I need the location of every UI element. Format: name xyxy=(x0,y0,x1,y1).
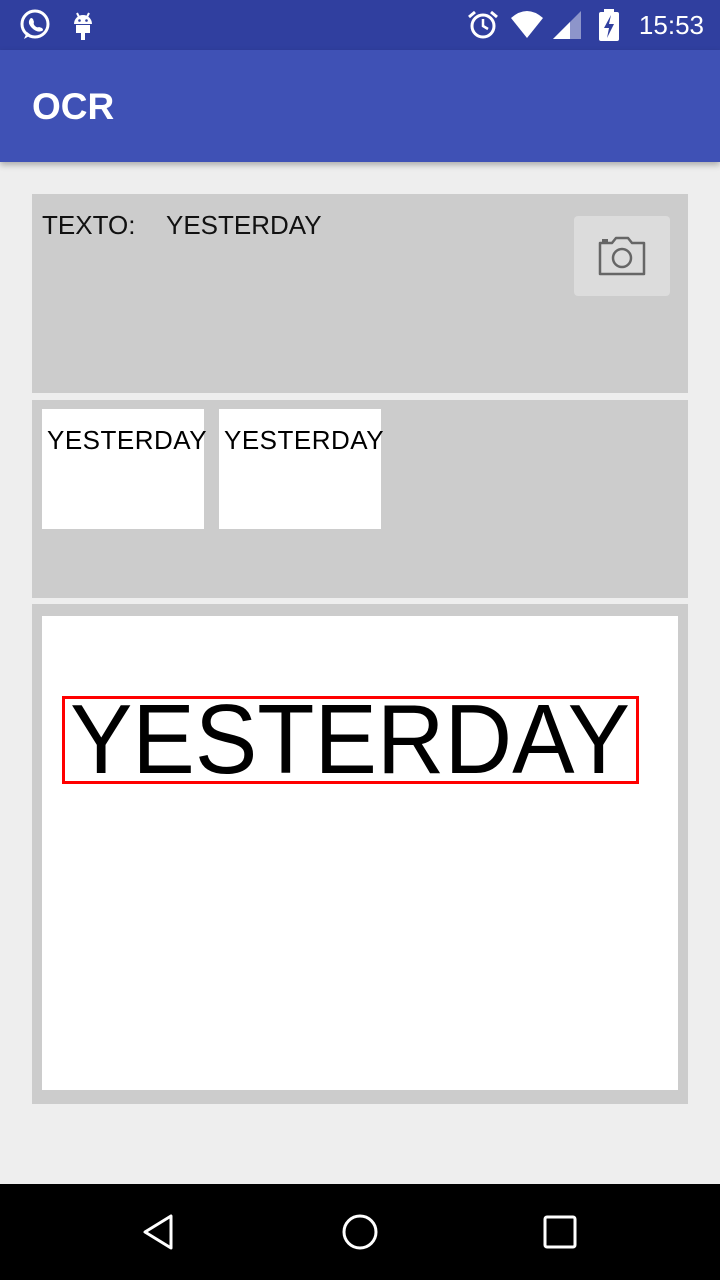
app-title: OCR xyxy=(32,86,115,127)
clock: 15:53 xyxy=(638,10,704,40)
signal-icon xyxy=(550,8,584,42)
thumbnail-text-2: YESTERDAY xyxy=(224,425,385,455)
android-debug-icon xyxy=(66,8,100,42)
recents-button[interactable] xyxy=(530,1204,590,1260)
preview-image: YESTERDAY xyxy=(42,616,678,1090)
back-icon xyxy=(143,1214,173,1250)
camera-button[interactable] xyxy=(574,216,670,296)
thumbnails-panel: YESTERDAY YESTERDAY xyxy=(32,400,688,598)
home-icon xyxy=(342,1214,378,1250)
battery-charging-icon xyxy=(592,8,626,42)
wifi-icon xyxy=(510,8,544,42)
app-bar: OCR xyxy=(0,50,720,162)
detection-box xyxy=(62,696,639,784)
result-value: YESTERDAY xyxy=(166,210,322,240)
alarm-icon xyxy=(466,8,500,42)
camera-icon xyxy=(598,236,646,276)
thumbnail-text-1: YESTERDAY xyxy=(47,425,208,455)
navigation-bar xyxy=(0,1184,720,1280)
back-button[interactable] xyxy=(130,1204,190,1260)
thumbnail-image-1[interactable]: YESTERDAY xyxy=(42,409,208,529)
result-label: TEXTO: xyxy=(42,210,136,240)
result-panel: TEXTO: YESTERDAY xyxy=(32,194,688,393)
recents-icon xyxy=(543,1215,577,1249)
status-bar: 15:53 xyxy=(0,0,720,50)
thumbnail-image-2[interactable]: YESTERDAY xyxy=(219,409,385,529)
preview-panel: YESTERDAY xyxy=(32,604,688,1104)
home-button[interactable] xyxy=(330,1204,390,1260)
whatsapp-icon xyxy=(18,8,52,42)
